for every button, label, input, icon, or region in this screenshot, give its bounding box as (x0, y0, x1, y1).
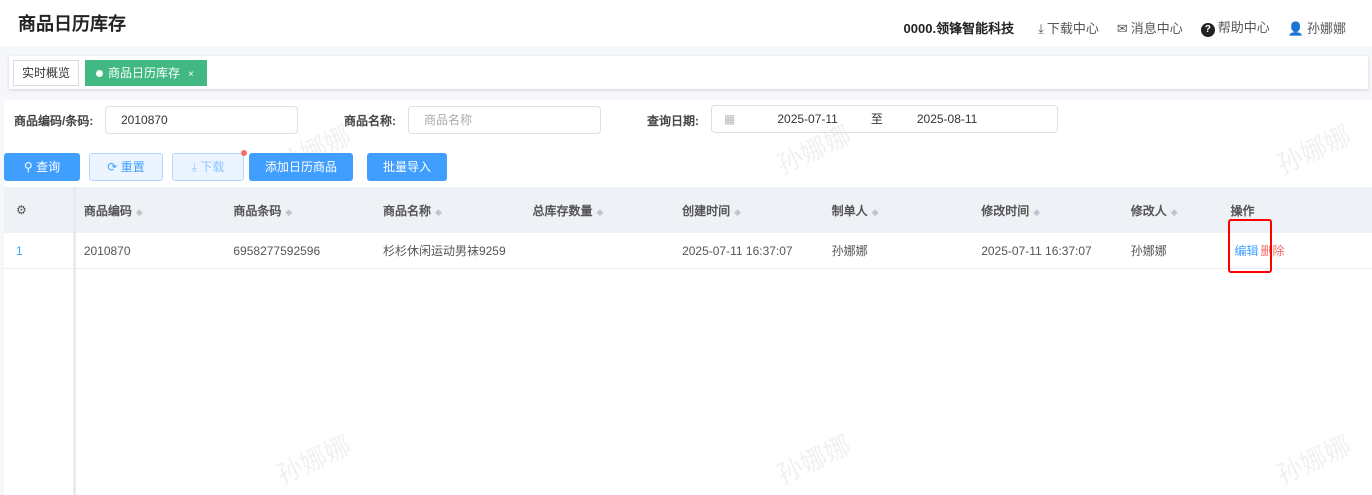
help-icon: ? (1200, 23, 1215, 37)
name-label: 商品名称: (344, 114, 396, 128)
search-icon: ⚲ (23, 160, 33, 174)
tab-calendar-inventory[interactable]: 商品日历库存 × (85, 59, 207, 86)
header-creator[interactable]: 制单人 ◆ (824, 202, 974, 219)
watermark: 孙娜娜 (1271, 119, 1356, 180)
tab-realtime-overview[interactable]: 实时概览 (13, 59, 80, 86)
download-button[interactable]: ⤓ 下载 (172, 150, 247, 181)
header-modified-time[interactable]: 修改时间 ◆ (973, 202, 1123, 219)
page-title: 商品日历库存 (18, 14, 126, 34)
top-bar: 商品日历库存 0000.领锋智能科技 ⤓ 下载中心 ✉ 消息中心 ? 帮助中心 👤 孙娜… (0, 0, 1372, 46)
batch-import-button[interactable]: 批量导入 (367, 153, 447, 181)
cell-modifier: 孙娜娜 (1130, 244, 1167, 258)
company-name: 0000.领锋智能科技 (903, 20, 1015, 36)
table-row: 1 2010870 6958277592596 杉杉休闲运动男袜9259 202… (4, 233, 1372, 269)
watermark: 孙娜娜 (271, 429, 356, 490)
code-input[interactable]: 2010870 (105, 106, 298, 134)
tab-bar: 实时概览 商品日历库存 × (9, 56, 1368, 89)
user-icon: 👤 (1287, 20, 1304, 36)
cell-created-time: 2025-07-11 16:37:07 (682, 243, 793, 258)
cell-modified-time: 2025-07-11 16:37:07 (981, 243, 1092, 258)
header-actions: 操作 (1230, 203, 1255, 218)
header-modifier[interactable]: 修改人 ◆ (1123, 202, 1223, 219)
reset-button[interactable]: ⟳ 重置 (89, 153, 163, 181)
notification-dot (241, 150, 247, 156)
download-icon: ⤓ (1038, 20, 1044, 36)
name-input[interactable]: 商品名称 (408, 106, 601, 134)
inventory-table: ⚙ 商品编码 ◆ 商品条码 ◆ 商品名称 ◆ 总库存数量 ◆ 创建时间 ◆ 制单人 ◆ 修改… (4, 187, 1372, 269)
header-barcode[interactable]: 商品条码 ◆ (225, 202, 375, 219)
message-center-link[interactable]: ✉ 消息中心 (1117, 18, 1183, 37)
highlight-box (1228, 219, 1272, 273)
header-total-stock[interactable]: 总库存数量 ◆ (525, 202, 675, 219)
header-product-name[interactable]: 商品名称 ◆ (375, 202, 525, 219)
cell-product-code: 2010870 (83, 243, 131, 258)
header-created-time[interactable]: 创建时间 ◆ (674, 202, 824, 219)
date-range-picker[interactable]: ▦ 2025-07-11 至 2025-08-11 (711, 105, 1058, 133)
active-dot-icon (96, 69, 104, 77)
mail-icon: ✉ (1116, 20, 1128, 36)
refresh-icon: ⟳ (107, 160, 118, 174)
cell-product-name: 杉杉休闲运动男袜9259 (382, 244, 506, 258)
cell-barcode: 6958277592596 (233, 243, 321, 258)
query-button[interactable]: ⚲ 查询 (4, 153, 80, 181)
add-calendar-item-button[interactable]: 添加日历商品 (249, 153, 353, 181)
help-center-link[interactable]: ? 帮助中心 (1200, 17, 1270, 37)
calendar-icon: ▦ (724, 112, 736, 126)
user-menu[interactable]: 👤 孙娜娜 (1288, 18, 1346, 37)
download-center-link[interactable]: ⤓ 下载中心 (1038, 18, 1099, 37)
close-icon[interactable]: × (188, 69, 194, 80)
cell-creator: 孙娜娜 (831, 244, 868, 258)
main-panel: 孙娜娜 孙娜娜 孙娜娜 孙娜娜 孙娜娜 孙娜娜 商品编码/条码: 2010870… (4, 100, 1372, 495)
watermark: 孙娜娜 (1271, 429, 1356, 490)
fixed-column-divider (4, 187, 76, 495)
header-product-code[interactable]: 商品编码 ◆ (76, 202, 226, 219)
table-header: ⚙ 商品编码 ◆ 商品条码 ◆ 商品名称 ◆ 总库存数量 ◆ 创建时间 ◆ 制单人 ◆ 修改… (4, 187, 1372, 233)
code-label: 商品编码/条码: (14, 114, 94, 128)
watermark: 孙娜娜 (771, 429, 856, 490)
date-label: 查询日期: (647, 114, 699, 128)
download-icon: ⤓ (191, 160, 197, 174)
